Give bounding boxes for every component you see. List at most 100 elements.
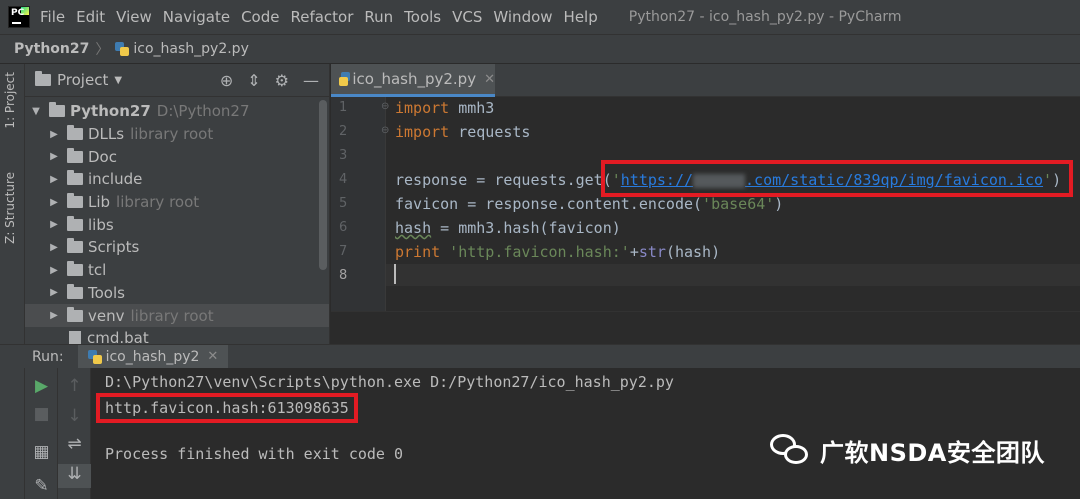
folder-icon (67, 170, 83, 186)
expand-right-icon[interactable]: ▶ (47, 197, 61, 208)
menu-file[interactable]: File (40, 8, 65, 26)
close-icon[interactable]: ✕ (484, 72, 495, 87)
folder-icon (67, 147, 83, 163)
tree-item-name: include (88, 170, 143, 189)
layout-icon[interactable]: ▦ (25, 442, 58, 462)
menu-tools[interactable]: Tools (404, 8, 441, 26)
window-title: Python27 - ico_hash_py2.py - PyCharm (628, 9, 902, 25)
rerun-icon[interactable]: ▶ (25, 376, 58, 396)
tree-item-name: cmd.bat (87, 329, 149, 344)
expand-right-icon[interactable]: ▶ (47, 287, 61, 298)
expand-down-icon[interactable]: ▼ (29, 106, 43, 117)
expand-right-icon[interactable]: ▶ (47, 219, 61, 230)
project-panel-header: Project ▼ ⊕ ⇕ ⚙ — (25, 64, 329, 97)
file-icon (69, 331, 81, 344)
tree-item[interactable]: ▶ tcl (25, 259, 329, 282)
editor-tab[interactable]: ico_hash_py2.py ✕ (331, 64, 495, 97)
editor-tab-label: ico_hash_py2.py (352, 70, 477, 88)
down-arrow-icon[interactable]: ↓ (58, 406, 91, 426)
pin-icon[interactable]: ✎ (25, 476, 58, 496)
code-line-7: print 'http.favicon.hash:'+str(hash) (395, 243, 720, 261)
fold-icon[interactable]: ⊖ (381, 101, 389, 112)
locate-icon[interactable]: ⊕ (220, 71, 233, 90)
menu-refactor[interactable]: Refactor (290, 8, 353, 26)
run-panel-header: Run: ico_hash_py2 ✕ (0, 344, 1080, 369)
breadcrumb: Python27 〉 ico_hash_py2.py (0, 34, 1080, 64)
python-file-icon (339, 72, 351, 86)
left-stripe-bottom (0, 368, 25, 499)
expand-right-icon[interactable]: ▶ (47, 151, 61, 162)
tree-item[interactable]: ▶ libs (25, 213, 329, 236)
tree-item[interactable]: ▶ Doc (25, 145, 329, 168)
menu-help[interactable]: Help (564, 8, 598, 26)
fold-icon[interactable]: ⊖ (381, 125, 389, 136)
tree-item[interactable]: cmd.bat (25, 327, 329, 344)
project-tool-tab[interactable]: 1: Project (3, 72, 17, 129)
string-literal: 'base64' (702, 195, 775, 213)
tree-item-selected[interactable]: ▶ venv library root (25, 304, 329, 327)
structure-tool-tab[interactable]: Z: Structure (3, 172, 17, 244)
tree-item-name: tcl (88, 261, 107, 280)
project-tree: ▼ Python27 D:\Python27 ▶ DLLs library ro… (25, 97, 329, 344)
code-text: (hash) (665, 243, 721, 261)
line-number: 6 (339, 220, 348, 235)
folder-icon (67, 125, 83, 141)
line-number: 8 (339, 268, 348, 283)
keyword: import (395, 123, 450, 141)
expand-right-icon[interactable]: ▶ (47, 242, 61, 253)
tree-item-name: DLLs (88, 125, 125, 144)
menu-window[interactable]: Window (493, 8, 552, 26)
project-tool-tab-label: 1: Project (3, 72, 17, 129)
tree-item[interactable]: ▶ Scripts (25, 236, 329, 259)
tree-item[interactable]: ▶ Tools (25, 282, 329, 305)
expand-right-icon[interactable]: ▶ (47, 129, 61, 140)
menu-vcs[interactable]: VCS (452, 8, 482, 26)
collapse-all-icon[interactable]: ⇕ (247, 71, 260, 90)
gear-icon[interactable]: ⚙ (275, 71, 289, 90)
stop-icon[interactable]: ■ (25, 404, 58, 424)
project-view-icon (35, 71, 51, 86)
code-line-1: import mmh3 (395, 99, 494, 117)
dropdown-arrow-icon[interactable]: ▼ (114, 75, 122, 86)
folder-icon (49, 102, 65, 118)
tree-item-name: venv (88, 306, 125, 325)
soft-wrap-icon[interactable]: ⇌ (58, 434, 91, 454)
tree-item-name: Doc (88, 147, 117, 166)
project-scrollbar[interactable] (319, 100, 327, 270)
menu-edit[interactable]: Edit (76, 8, 105, 26)
code-line-2: import requests (395, 123, 530, 141)
tree-item-hint: library root (130, 306, 214, 325)
menu-run[interactable]: Run (364, 8, 393, 26)
url-highlight-box (601, 160, 1073, 197)
expand-right-icon[interactable]: ▶ (47, 174, 61, 185)
current-line-highlight (386, 264, 1080, 286)
console-line: D:\Python27\venv\Scripts\python.exe D:/P… (105, 373, 674, 391)
menubar: PC File Edit View Navigate Code Refactor… (0, 0, 1080, 34)
expand-right-icon[interactable]: ▶ (47, 265, 61, 276)
scroll-to-end-icon[interactable]: ⇊ (58, 464, 91, 488)
code-text: favicon = response.content.encode( (395, 195, 703, 213)
tree-item[interactable]: ▶ Lib library root (25, 191, 329, 214)
watermark: 广软NSDA安全团队 (768, 432, 1045, 468)
text-caret (394, 264, 396, 284)
python-file-icon (115, 42, 130, 56)
up-arrow-icon[interactable]: ↑ (58, 376, 91, 396)
breadcrumb-file[interactable]: ico_hash_py2.py (133, 41, 248, 57)
menu-view[interactable]: View (116, 8, 152, 26)
hide-icon[interactable]: — (303, 71, 319, 90)
close-icon[interactable]: ✕ (207, 349, 218, 364)
folder-icon (67, 283, 83, 299)
project-panel: Project ▼ ⊕ ⇕ ⚙ — ▼ Python27 D:\Python27… (25, 64, 330, 344)
string-literal: 'http.favicon.hash:' (440, 243, 630, 261)
run-tab[interactable]: ico_hash_py2 ✕ (77, 344, 229, 369)
code-text: requests (449, 123, 531, 141)
breadcrumb-project[interactable]: Python27 (14, 41, 89, 57)
expand-right-icon[interactable]: ▶ (47, 310, 61, 321)
tree-item[interactable]: ▶ DLLs library root (25, 123, 329, 146)
project-panel-title[interactable]: Project (57, 71, 108, 89)
tree-item[interactable]: ▶ include (25, 168, 329, 191)
run-label: Run: (32, 348, 64, 365)
menu-navigate[interactable]: Navigate (163, 8, 230, 26)
menu-code[interactable]: Code (241, 8, 279, 26)
tree-root[interactable]: ▼ Python27 D:\Python27 (25, 100, 329, 123)
